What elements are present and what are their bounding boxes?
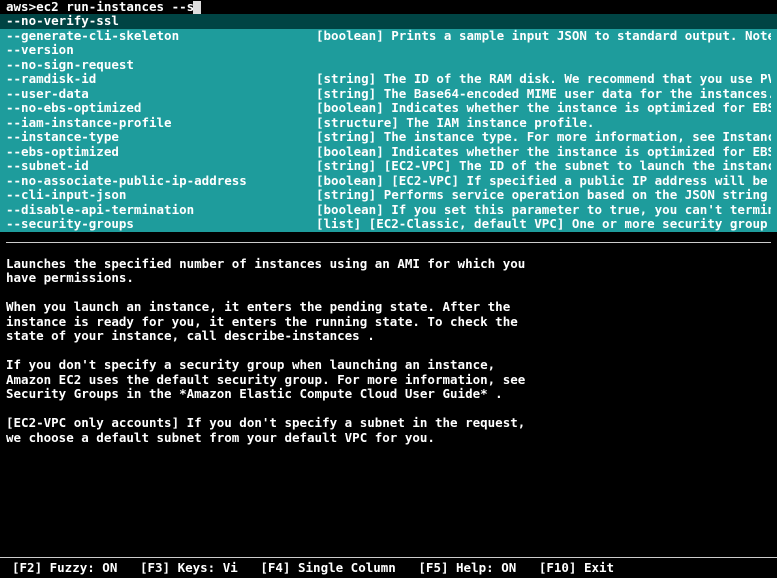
completion-flag: --cli-input-json (6, 188, 316, 202)
completion-item[interactable]: --generate-cli-skeleton[boolean] Prints … (0, 29, 777, 44)
completion-flag: --instance-type (6, 130, 316, 144)
doc-line: state of your instance, call describe-in… (6, 329, 771, 344)
f3-toggle[interactable]: [F3] Keys: Vi (140, 560, 238, 575)
completion-description: [boolean] [EC2-VPC] If specified a publi… (316, 174, 771, 188)
doc-line: Launches the specified number of instanc… (6, 257, 771, 272)
completion-item[interactable]: --no-ebs-optimized[boolean] Indicates wh… (0, 101, 777, 116)
completion-description: [boolean] If you set this parameter to t… (316, 203, 771, 217)
f4-toggle[interactable]: [F4] Single Column (260, 560, 395, 575)
completion-flag: --iam-instance-profile (6, 116, 316, 130)
completion-item[interactable]: --disable-api-termination[boolean] If yo… (0, 203, 777, 218)
doc-line: If you don't specify a security group wh… (6, 358, 771, 373)
doc-line: When you launch an instance, it enters t… (6, 300, 771, 315)
completion-flag: --disable-api-termination (6, 203, 316, 217)
completion-item[interactable]: --iam-instance-profile[structure] The IA… (0, 116, 777, 131)
prompt-input[interactable]: ec2 run-instances --s (36, 0, 194, 14)
completion-item[interactable]: --ramdisk-id[string] The ID of the RAM d… (0, 72, 777, 87)
completion-flag: --no-verify-ssl (6, 14, 316, 28)
completion-description: [string] Performs service operation base… (316, 188, 771, 202)
completion-description: [list] [EC2-Classic, default VPC] One or… (316, 217, 771, 231)
completion-flag: --user-data (6, 87, 316, 101)
completion-description: [boolean] Prints a sample input JSON to … (316, 29, 771, 43)
completion-item[interactable]: --cli-input-json[string] Performs servic… (0, 188, 777, 203)
completion-description: [string] The instance type. For more inf… (316, 130, 771, 144)
completion-description: [string] The ID of the RAM disk. We reco… (316, 72, 771, 86)
command-prompt[interactable]: aws> ec2 run-instances --s (0, 0, 777, 14)
completion-item[interactable]: --subnet-id[string] [EC2-VPC] The ID of … (0, 159, 777, 174)
help-documentation: Launches the specified number of instanc… (0, 243, 777, 446)
cursor-icon (193, 1, 201, 14)
completion-item[interactable]: --no-verify-ssl (0, 14, 777, 29)
doc-line: Amazon EC2 uses the default security gro… (6, 373, 771, 388)
completion-item[interactable]: --ebs-optimized[boolean] Indicates wheth… (0, 145, 777, 160)
prompt-label: aws> (6, 0, 36, 14)
doc-line: instance is ready for you, it enters the… (6, 315, 771, 330)
completion-description: [structure] The IAM instance profile. (316, 116, 594, 130)
completion-flag: --security-groups (6, 217, 316, 231)
doc-line: we choose a default subnet from your def… (6, 431, 771, 446)
completion-item[interactable]: --no-associate-public-ip-address[boolean… (0, 174, 777, 189)
completion-flag: --no-associate-public-ip-address (6, 174, 316, 188)
f2-toggle[interactable]: [F2] Fuzzy: ON (12, 560, 117, 575)
completion-flag: --ramdisk-id (6, 72, 316, 86)
completion-description: [boolean] Indicates whether the instance… (316, 145, 771, 159)
completion-item[interactable]: --instance-type[string] The instance typ… (0, 130, 777, 145)
doc-line: have permissions. (6, 271, 771, 286)
completion-item[interactable]: --version (0, 43, 777, 58)
completion-description: [boolean] Indicates whether the instance… (316, 101, 771, 115)
completion-description: [string] [EC2-VPC] The ID of the subnet … (316, 159, 771, 173)
f10-exit[interactable]: [F10] Exit (539, 560, 614, 575)
completion-item[interactable]: --security-groups[list] [EC2-Classic, de… (0, 217, 777, 232)
doc-line: Security Groups in the *Amazon Elastic C… (6, 387, 771, 402)
completion-flag: --subnet-id (6, 159, 316, 173)
f5-toggle[interactable]: [F5] Help: ON (418, 560, 516, 575)
status-bar: [F2] Fuzzy: ON [F3] Keys: Vi [F4] Single… (0, 557, 777, 578)
completion-item[interactable]: --no-sign-request (0, 58, 777, 73)
completion-description: [string] The Base64-encoded MIME user da… (316, 87, 771, 101)
doc-line: [EC2-VPC only accounts] If you don't spe… (6, 416, 771, 431)
completion-flag: --no-ebs-optimized (6, 101, 316, 115)
completion-flag: --no-sign-request (6, 58, 316, 72)
completion-flag: --version (6, 43, 316, 57)
completion-item[interactable]: --user-data[string] The Base64-encoded M… (0, 87, 777, 102)
completion-flag: --generate-cli-skeleton (6, 29, 316, 43)
completion-flag: --ebs-optimized (6, 145, 316, 159)
completion-menu[interactable]: --no-verify-ssl --generate-cli-skeleton[… (0, 14, 777, 232)
